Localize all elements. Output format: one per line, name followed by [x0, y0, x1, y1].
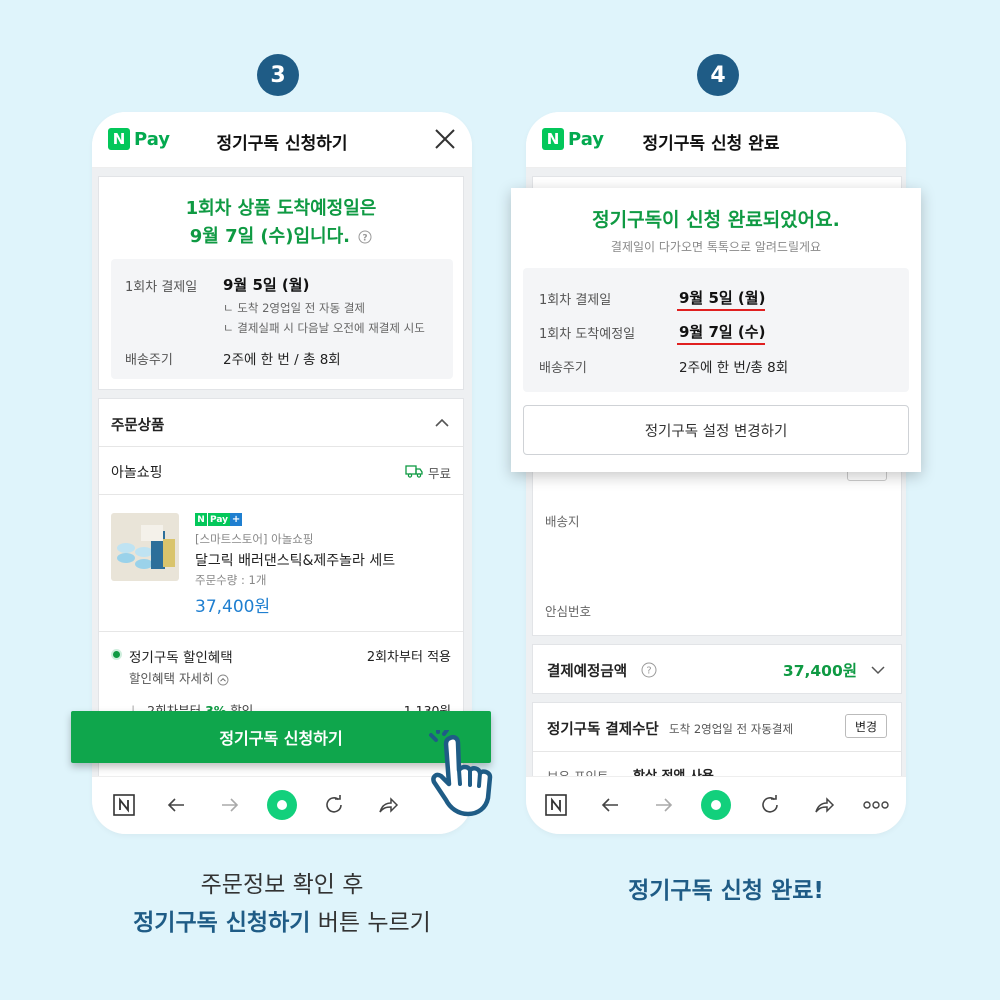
product-price: 37,400원 [195, 597, 271, 617]
amount-value: 37,400원 [782, 662, 857, 680]
pay-date-value: 9월 5일 (월) [679, 289, 766, 307]
naver-home-icon[interactable] [110, 791, 138, 819]
cycle-label: 배송주기 [125, 353, 173, 368]
product-name[interactable]: 달그릭 배러댄스틱&제주놀라 세트 [195, 550, 395, 570]
chevron-up-icon [218, 674, 229, 685]
safe-number-label: 안심번호 [545, 604, 592, 619]
divider [533, 751, 901, 752]
top-bar: N Pay 정기구독 신청하기 [92, 112, 472, 168]
top-bar: N Pay 정기구독 신청 완료 [526, 112, 906, 168]
help-icon[interactable]: ? [358, 230, 372, 244]
pay-date-value: 9월 5일 (월) [223, 276, 310, 294]
schedule-info-box: 1회차 결제일 9월 5일 (월) 1회차 도착예정일 9월 7일 (수) 배송… [523, 268, 909, 392]
naver-home-icon[interactable] [542, 791, 570, 819]
cycle-value: 2주에 한 번/총 8회 [679, 360, 789, 376]
amount-card[interactable]: 결제예정금액 ? 37,400원 [532, 644, 902, 694]
benefit-detail-link[interactable]: 할인혜택 자세히 [129, 668, 229, 687]
back-icon[interactable] [596, 791, 624, 819]
help-icon[interactable]: ? [641, 662, 657, 678]
completion-headline: 정기구독이 신청 완료되었어요. [592, 209, 840, 231]
step-badge-3: 3 [257, 54, 299, 96]
page-title: 정기구독 신청 완료 [642, 134, 780, 154]
left-caption-line2: 정기구독 신청하기 버튼 누르기 [133, 910, 431, 936]
chevron-up-icon[interactable] [433, 414, 451, 432]
store-row: 아놀쇼핑 무료 [99, 447, 463, 495]
headline-date: 9월 7일 (수)입니다. [189, 226, 350, 247]
shipping-fee: 무료 [427, 466, 451, 481]
right-caption: 정기구독 신청 완료! [628, 878, 824, 904]
method-sub: 도착 2영업일 전 자동결제 [669, 722, 794, 736]
highlight-underline [677, 343, 765, 345]
green-dot-icon[interactable] [700, 789, 732, 821]
share-icon[interactable] [810, 791, 838, 819]
refresh-icon[interactable] [756, 791, 784, 819]
benefit-label: 정기구독 할인혜택 [129, 650, 233, 666]
browser-toolbar [526, 776, 906, 834]
completion-card: 정기구독이 신청 완료되었어요. 결제일이 다가오면 톡톡으로 알려드릴게요 1… [511, 188, 921, 472]
green-dot-icon[interactable] [266, 789, 298, 821]
refresh-icon[interactable] [320, 791, 348, 819]
highlight-underline [677, 309, 765, 311]
forward-icon[interactable] [216, 791, 244, 819]
change-settings-button[interactable]: 정기구독 설정 변경하기 [523, 405, 909, 455]
order-section-header[interactable]: 주문상품 [99, 399, 463, 447]
schedule-info-box: 1회차 결제일 9월 5일 (월) ㄴ 도착 2영업일 전 자동 결제 ㄴ 결제… [111, 259, 453, 379]
headline-line1: 1회차 상품 도착예정일은 [185, 198, 377, 219]
pay-date-label: 1회차 결제일 [125, 280, 198, 295]
cycle-label: 배송주기 [539, 361, 587, 376]
section-title: 주문상품 [111, 418, 165, 434]
more-icon[interactable] [862, 791, 890, 819]
address-label: 배송지 [545, 514, 580, 529]
schedule-card: 1회차 상품 도착예정일은 9월 7일 (수)입니다. ? 1회차 결제일 9월… [98, 176, 464, 390]
method-change-button[interactable]: 변경 [845, 714, 887, 738]
left-caption-line1: 주문정보 확인 후 [200, 872, 364, 898]
share-icon[interactable] [374, 791, 402, 819]
product-quantity: 주문수량 : 1개 [195, 573, 267, 587]
pay-note-1: ㄴ 도착 2영업일 전 자동 결제 [223, 301, 365, 315]
divider [99, 631, 463, 632]
step-badge-4: 4 [697, 54, 739, 96]
pay-date-label: 1회차 결제일 [539, 293, 612, 308]
truck-icon [405, 465, 423, 478]
npay-plus-badge: N Pay + [195, 513, 243, 526]
product-thumbnail[interactable] [111, 513, 179, 581]
store-tag: [스마트스토어] 아놀쇼핑 [195, 532, 314, 546]
hand-pointer-icon [429, 730, 493, 817]
method-title: 정기구독 결제수단 [547, 722, 659, 738]
arrive-date-value: 9월 7일 (수) [679, 323, 766, 341]
back-icon[interactable] [162, 791, 190, 819]
page-title: 정기구독 신청하기 [216, 134, 348, 154]
store-name: 아놀쇼핑 [111, 465, 163, 481]
close-icon[interactable] [432, 126, 458, 152]
completion-subline: 결제일이 다가오면 톡톡으로 알려드릴게요 [610, 240, 822, 254]
svg-text:?: ? [363, 234, 368, 244]
left-caption: 주문정보 확인 후 정기구독 신청하기 버튼 누르기 [82, 866, 482, 942]
headline-line2: 9월 7일 (수)입니다. ? [99, 223, 463, 251]
chevron-down-icon[interactable] [869, 661, 887, 679]
amount-label: 결제예정금액 [547, 664, 628, 680]
svg-text:?: ? [646, 666, 651, 677]
browser-toolbar [92, 776, 472, 834]
pay-note-2: ㄴ 결제실패 시 다음날 오전에 재결제 시도 [223, 321, 425, 335]
arrive-date-label: 1회차 도착예정일 [539, 327, 636, 342]
benefit-value: 2회차부터 적용 [366, 650, 451, 665]
forward-icon[interactable] [650, 791, 678, 819]
cycle-value: 2주에 한 번 / 총 8회 [223, 352, 341, 368]
benefit-dot [111, 649, 122, 660]
